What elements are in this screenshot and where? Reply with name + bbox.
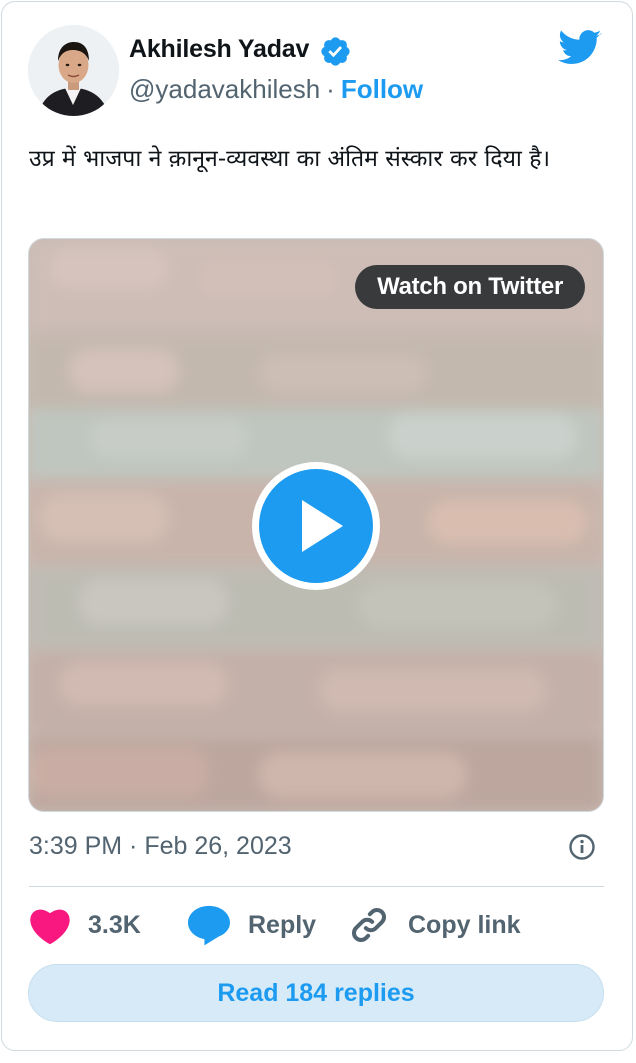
- info-icon[interactable]: [568, 833, 596, 861]
- separator-dot: ·: [326, 74, 335, 104]
- video-player[interactable]: Watch on Twitter: [28, 238, 604, 812]
- like-button[interactable]: 3.3K: [28, 900, 141, 950]
- twitter-bird-icon[interactable]: [558, 29, 602, 67]
- action-bar: 3.3K Reply Copy link: [28, 900, 608, 950]
- heart-icon: [30, 909, 70, 945]
- author-name[interactable]: Akhilesh Yadav: [129, 35, 309, 64]
- read-replies-button[interactable]: Read 184 replies: [28, 964, 604, 1022]
- speech-bubble-icon: [188, 905, 230, 946]
- like-count: 3.3K: [88, 910, 141, 939]
- copy-link-label: Copy link: [408, 910, 521, 939]
- tweet-card: Akhilesh Yadav @yadavakhilesh · Follow उप्…: [1, 1, 633, 1051]
- reply-button[interactable]: Reply: [186, 900, 316, 950]
- copy-link-button[interactable]: Copy link: [348, 900, 521, 950]
- tweet-timestamp[interactable]: 3:39 PM · Feb 26, 2023: [29, 832, 292, 861]
- handle-row: @yadavakhilesh · Follow: [129, 74, 423, 105]
- follow-link[interactable]: Follow: [341, 74, 423, 104]
- verified-badge-icon: [321, 37, 350, 66]
- tweet-text: उप्र में भाजपा ने क़ानून-व्यवस्था का अंत…: [29, 146, 551, 172]
- divider: [29, 886, 604, 887]
- avatar[interactable]: [28, 25, 119, 116]
- play-icon[interactable]: [249, 459, 383, 593]
- link-icon: [351, 907, 387, 943]
- reply-label: Reply: [248, 910, 317, 939]
- watch-on-twitter-button[interactable]: Watch on Twitter: [355, 265, 585, 309]
- author-handle[interactable]: @yadavakhilesh: [129, 74, 320, 104]
